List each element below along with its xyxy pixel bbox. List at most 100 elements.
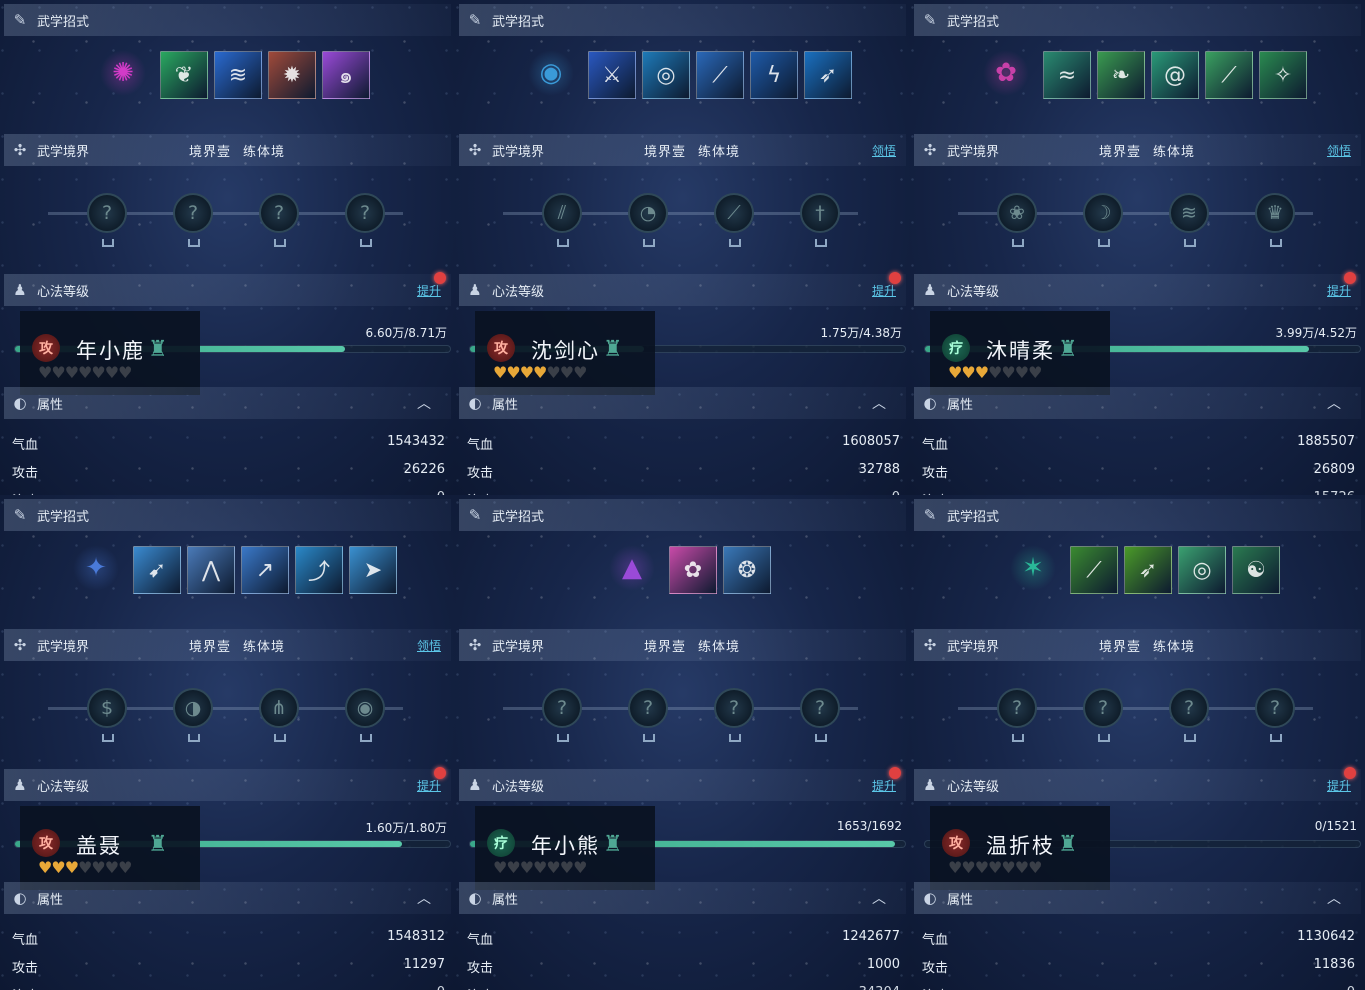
- attr-value: 1608057: [842, 434, 900, 449]
- alert-dot: [1344, 767, 1356, 779]
- green-yinyang-icon[interactable]: ☯: [1232, 546, 1280, 594]
- hero-card[interactable]: 攻盖聂 ♜ ♥♥♥♥♥♥♥: [20, 806, 200, 890]
- ice-wings-icon[interactable]: ⋀: [187, 546, 235, 594]
- role-badge: 疗: [487, 829, 515, 857]
- blue-sword-icon[interactable]: ⚔: [588, 51, 636, 99]
- comprehend-link[interactable]: 领悟: [1327, 142, 1351, 159]
- ice-charge-icon[interactable]: ➤: [349, 546, 397, 594]
- pink-dance-icon[interactable]: ✿: [669, 546, 717, 594]
- collapse-chevron-icon[interactable]: ︿: [1327, 888, 1341, 908]
- heart-icon: ♥: [1028, 858, 1042, 877]
- locked-node-icon[interactable]: ?: [542, 688, 582, 742]
- blue-slash-icon[interactable]: ⟋: [696, 51, 744, 99]
- attr-row-heal: 治疗 0: [922, 985, 1355, 990]
- locked-node-icon[interactable]: ?: [345, 193, 385, 247]
- hero-card[interactable]: 疗沐晴柔 ♜ ♥♥♥♥♥♥♥: [930, 311, 1110, 395]
- green-warrior-icon[interactable]: ✶: [1010, 545, 1056, 591]
- blue-dash-icon[interactable]: ➶: [804, 51, 852, 99]
- blue-warrior-icon[interactable]: ✦: [73, 545, 119, 591]
- heart-icon: ♥: [78, 858, 92, 877]
- red-chain-icon[interactable]: ✹: [268, 51, 316, 99]
- lotus-node-icon[interactable]: ❀: [997, 193, 1037, 247]
- attr-header[interactable]: ◐ 属性 ︿: [459, 882, 906, 914]
- heart-icon: ♥: [974, 858, 989, 877]
- attr-header[interactable]: ◐ 属性 ︿: [914, 882, 1361, 914]
- pink-figure-icon[interactable]: ✿: [983, 50, 1029, 96]
- attr-header[interactable]: ◐ 属性 ︿: [4, 387, 451, 419]
- purple-sigil-icon[interactable]: ✺: [100, 50, 146, 96]
- comprehend-link[interactable]: 领悟: [872, 142, 896, 159]
- ice-sword-icon[interactable]: ➹: [133, 546, 181, 594]
- purple-crystal-icon[interactable]: ▲: [609, 545, 655, 591]
- sword-rain-node-icon[interactable]: ⫽: [542, 193, 582, 247]
- collapse-chevron-icon[interactable]: ︿: [417, 888, 431, 908]
- locked-node-icon[interactable]: ?: [1255, 688, 1295, 742]
- hero-name: 盖聂: [76, 834, 122, 858]
- upgrade-link[interactable]: 提升: [1327, 282, 1351, 299]
- dollar-node-icon[interactable]: $: [87, 688, 127, 742]
- attr-label: 攻击: [12, 961, 39, 976]
- blue-water-icon[interactable]: ≋: [214, 51, 262, 99]
- blue-lightning-icon[interactable]: ϟ: [750, 51, 798, 99]
- attr-header[interactable]: ◐ 属性 ︿: [4, 882, 451, 914]
- whirl-node-icon[interactable]: ◑: [173, 688, 213, 742]
- hero-name: 温折枝: [986, 834, 1055, 858]
- ice-leap-icon[interactable]: ⤴: [295, 546, 343, 594]
- blue-scroll-icon[interactable]: ◉: [528, 50, 574, 96]
- green-dragon-icon[interactable]: ≈: [1043, 51, 1091, 99]
- node-stand: [643, 239, 655, 247]
- hero-card[interactable]: 攻温折枝 ♜ ♥♥♥♥♥♥♥: [930, 806, 1110, 890]
- upgrade-link[interactable]: 提升: [417, 282, 441, 299]
- locked-node-icon[interactable]: ?: [173, 193, 213, 247]
- upgrade-link[interactable]: 提升: [872, 282, 896, 299]
- realm-header: ✣ 武学境界 境界壹 练体境: [4, 134, 451, 166]
- green-ring-icon[interactable]: ◎: [1178, 546, 1226, 594]
- upgrade-link[interactable]: 提升: [872, 777, 896, 794]
- upgrade-link[interactable]: 提升: [417, 777, 441, 794]
- green-wind-icon[interactable]: ❧: [1097, 51, 1145, 99]
- moon-node-icon[interactable]: ☽: [1083, 193, 1123, 247]
- blue-vortex-icon[interactable]: ◎: [642, 51, 690, 99]
- collapse-chevron-icon[interactable]: ︿: [872, 888, 886, 908]
- locked-node-icon[interactable]: ?: [259, 193, 299, 247]
- orb-node-icon[interactable]: ◉: [345, 688, 385, 742]
- collapse-chevron-icon[interactable]: ︿: [1327, 393, 1341, 413]
- hero-card[interactable]: 攻年小鹿 ♜ ♥♥♥♥♥♥♥: [20, 311, 200, 395]
- green-spiral-icon[interactable]: @: [1151, 51, 1199, 99]
- crown-node-icon[interactable]: ♛: [1255, 193, 1295, 247]
- locked-node-icon[interactable]: ?: [87, 193, 127, 247]
- locked-node-icon[interactable]: ?: [1169, 688, 1209, 742]
- hero-card[interactable]: 疗年小熊 ♜ ♥♥♥♥♥♥♥: [475, 806, 655, 890]
- collapse-chevron-icon[interactable]: ︿: [417, 393, 431, 413]
- comprehend-link[interactable]: 领悟: [417, 637, 441, 654]
- blade-node-icon[interactable]: ⟋: [714, 193, 754, 247]
- cyclone-node-icon[interactable]: ◔: [628, 193, 668, 247]
- realm-nodes: ⫽ ◔ ⟋ †: [455, 190, 910, 250]
- ice-strike-icon[interactable]: ↗: [241, 546, 289, 594]
- claw-node-icon[interactable]: ⋔: [259, 688, 299, 742]
- locked-node-icon[interactable]: ?: [1083, 688, 1123, 742]
- green-leaf-icon[interactable]: ❦: [160, 51, 208, 99]
- collapse-chevron-icon[interactable]: ︿: [872, 393, 886, 413]
- attr-value: 34304: [859, 985, 900, 990]
- locked-node-icon[interactable]: ?: [997, 688, 1037, 742]
- blue-shell-icon[interactable]: ❂: [723, 546, 771, 594]
- locked-node-icon[interactable]: ?: [628, 688, 668, 742]
- moves-header: ✎ 武学招式: [459, 499, 906, 531]
- green-spear-icon[interactable]: ➶: [1124, 546, 1172, 594]
- attr-label: 气血: [467, 933, 494, 948]
- attr-header[interactable]: ◐ 属性 ︿: [459, 387, 906, 419]
- purple-swirl-icon[interactable]: ๑: [322, 51, 370, 99]
- green-blade-icon[interactable]: ⟋: [1205, 51, 1253, 99]
- xinfa-value: 1.75万/4.38万: [820, 326, 902, 340]
- upgrade-link[interactable]: 提升: [1327, 777, 1351, 794]
- hero-card[interactable]: 攻沈剑心 ♜ ♥♥♥♥♥♥♥: [475, 311, 655, 395]
- locked-node-icon[interactable]: ?: [800, 688, 840, 742]
- green-slash-icon[interactable]: ⟋: [1070, 546, 1118, 594]
- locked-node-icon[interactable]: ?: [714, 688, 754, 742]
- sword-node-icon[interactable]: †: [800, 193, 840, 247]
- wave-node-icon[interactable]: ≋: [1169, 193, 1209, 247]
- attr-header[interactable]: ◐ 属性 ︿: [914, 387, 1361, 419]
- green-dancer-icon[interactable]: ✧: [1259, 51, 1307, 99]
- attr-row-heal: 治疗 0: [12, 985, 445, 990]
